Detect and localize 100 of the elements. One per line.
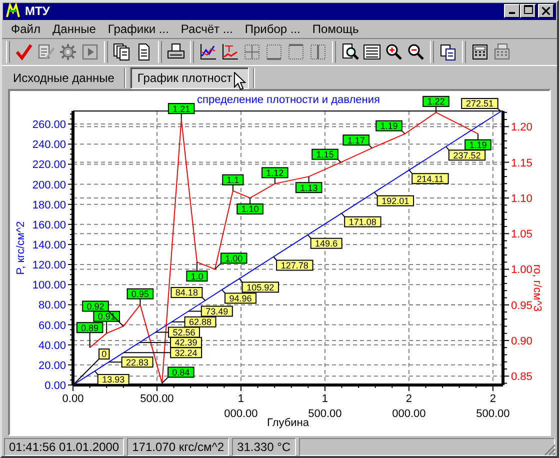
line-chart-icon — [220, 42, 240, 62]
data-label: 1.19 — [376, 120, 406, 134]
maximize-button[interactable] — [520, 4, 536, 18]
data-label: 0.89 — [76, 322, 104, 348]
toolbar-grip[interactable] — [332, 40, 336, 63]
table-icon — [242, 42, 262, 62]
menu-item[interactable]: Помощь — [306, 22, 365, 36]
copy-icon — [438, 42, 458, 62]
menu-item[interactable]: Прибор ... — [238, 22, 306, 36]
axis-tick-label: 160.00 — [32, 219, 66, 232]
status-panel: 171.070 кгс/см^2 — [127, 438, 230, 456]
data-label: 1.0 — [190, 271, 204, 282]
list-icon — [362, 42, 382, 62]
data-label: 1.00 — [214, 252, 248, 270]
document-search-icon — [340, 42, 360, 62]
axis-tick-label: 20.00 — [38, 360, 66, 372]
data-label: 52.56 — [154, 326, 200, 338]
toolbar-grip[interactable] — [190, 40, 194, 63]
data-label: 22.83 — [108, 356, 154, 368]
axis-tick-label: 1.15 — [511, 157, 532, 170]
play-icon — [80, 42, 100, 62]
menu-item[interactable]: Расчёт ... — [174, 22, 239, 36]
data-label: 1.10 — [241, 204, 259, 214]
minimize-button[interactable] — [504, 4, 520, 18]
data-label: 52.56 — [172, 327, 196, 338]
toolbar-grip[interactable] — [104, 40, 108, 63]
axis-tick-label: 40.00 — [38, 340, 66, 352]
axis-tick-label: 2 500.00 — [476, 393, 510, 420]
data-label: 1.00 — [225, 253, 243, 264]
data-label: 1.12 — [262, 167, 288, 184]
data-label: 0.91 — [98, 312, 116, 322]
data-label: 237.52 — [453, 150, 481, 160]
data-label: 73.49 — [206, 306, 228, 316]
axis-tick-label: 0.00 — [62, 393, 84, 405]
data-label: 1.19 — [464, 133, 492, 150]
data-label: 192.01 — [374, 192, 414, 206]
data-label: 127.78 — [273, 256, 314, 271]
toolbar-grip[interactable] — [6, 40, 10, 63]
toolbar-grip[interactable] — [462, 40, 466, 63]
data-label: 1.21 — [168, 103, 195, 120]
tab[interactable]: График плотност — [130, 66, 250, 88]
data-label: 1.19 — [380, 121, 398, 132]
window-title: МТУ — [25, 4, 50, 18]
axis-tick-label: 120.00 — [32, 260, 66, 272]
axis-tick-label: 80.00 — [38, 300, 66, 312]
data-label: 1.0 — [186, 262, 208, 282]
data-label: 1.17 — [347, 135, 365, 146]
menu-item[interactable]: Графики ... — [102, 22, 175, 36]
axis-tick-label: 1 000.00 — [224, 393, 258, 420]
data-label: 1.10 — [236, 197, 264, 214]
axis-tick-label: 500.00 — [140, 393, 174, 405]
axis-tick-label: 180.00 — [32, 199, 66, 212]
axis-title: Глубина — [266, 417, 310, 429]
documents-icon — [112, 42, 132, 62]
menu-item[interactable]: Файл — [5, 22, 47, 36]
axis-tick-label: 0.00 — [44, 380, 66, 392]
checkmark-icon — [14, 42, 34, 62]
status-panel: 31.330 °C — [232, 438, 296, 456]
axis-tick-label: 200.00 — [32, 179, 66, 192]
pencil-page-icon — [36, 42, 56, 62]
data-label: 214.11 — [408, 170, 449, 184]
data-label: 1.13 — [295, 176, 322, 194]
axis-tick-label: 0.95 — [511, 300, 532, 312]
axis-tick-label: 1.10 — [511, 192, 532, 205]
data-label: 1.1 — [222, 174, 244, 192]
data-label: 272.51 — [461, 98, 502, 112]
close-icon — [542, 6, 550, 15]
toolbar-grip[interactable] — [430, 40, 434, 63]
data-label: 1.12 — [266, 168, 284, 178]
axis-tick-label: 0.85 — [511, 371, 532, 384]
axis-tick-label: 100.00 — [32, 280, 66, 292]
data-label: 0.89 — [81, 322, 99, 333]
toolbar-grip[interactable] — [158, 40, 162, 63]
data-label: 0.95 — [126, 288, 154, 306]
data-label: 22.83 — [126, 357, 149, 368]
axis-tick-label: 1.05 — [511, 228, 532, 241]
zoom-in-icon — [384, 42, 404, 62]
data-label: 1.1 — [226, 175, 240, 186]
data-label: 272.51 — [466, 98, 494, 109]
axis-tick-label: 240.00 — [32, 139, 66, 152]
resize-grip-icon — [544, 444, 556, 456]
data-label: 171.08 — [341, 212, 382, 228]
tab[interactable]: Исходные данные — [7, 68, 120, 86]
menu-item[interactable]: Данные — [46, 22, 102, 36]
app-icon — [5, 3, 21, 20]
data-label: 192.01 — [382, 196, 410, 206]
data-label: 214.11 — [416, 174, 444, 184]
data-label: 84.18 — [175, 288, 198, 298]
data-label: 94.96 — [229, 293, 252, 304]
status-panel: 01:41:56 01.01.2000 — [4, 438, 124, 456]
data-label: 171.08 — [348, 216, 376, 227]
axis-tick-label: 0.90 — [511, 335, 532, 348]
minimize-icon — [509, 12, 515, 14]
zoom-out-icon — [406, 42, 426, 62]
close-button[interactable] — [538, 4, 554, 18]
data-label: 0.84 — [172, 367, 190, 378]
data-label: 42.39 — [174, 338, 198, 348]
data-label: 32.24 — [174, 348, 198, 358]
data-label: 73.49 — [188, 306, 233, 317]
axis-tick-label: 1.20 — [511, 122, 532, 134]
